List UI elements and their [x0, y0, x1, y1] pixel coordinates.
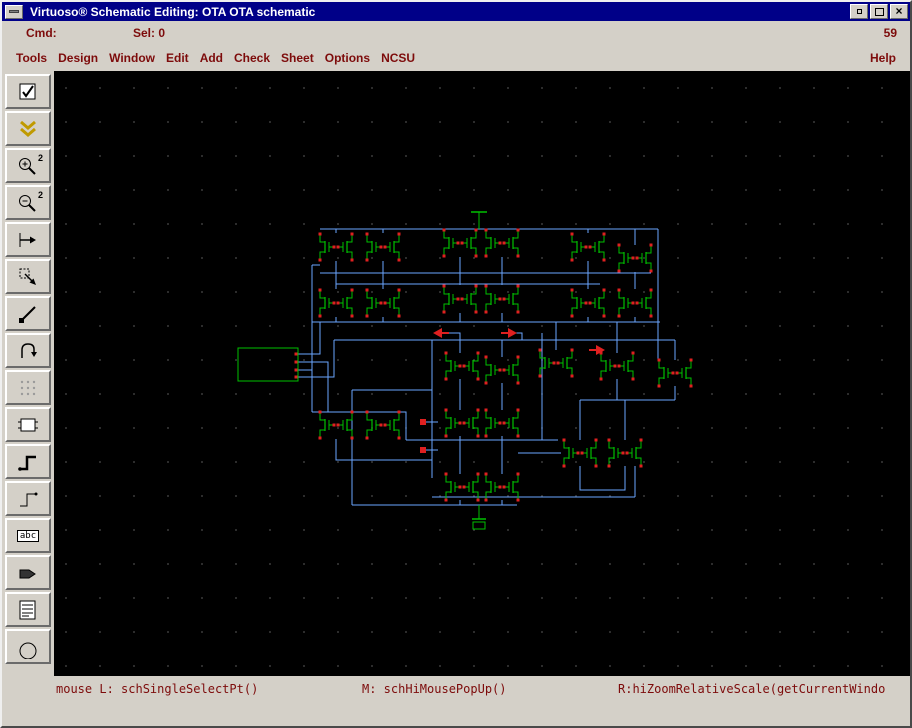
copy-icon	[19, 268, 36, 285]
tool-zoom-out-button[interactable]: 2	[5, 185, 51, 220]
wire-wide-icon	[18, 455, 36, 471]
zoom-in-icon	[19, 157, 36, 175]
maximize-button[interactable]	[870, 4, 888, 19]
menu-options[interactable]: Options	[325, 51, 370, 65]
mouse-left-binding: mouse L: schSingleSelectPt()	[56, 682, 259, 696]
zoom-out-icon	[19, 194, 36, 212]
menu-check[interactable]: Check	[234, 51, 270, 65]
virtuoso-window: Virtuoso® Schematic Editing: OTA OTA sch…	[0, 0, 912, 728]
close-icon: ×	[895, 4, 903, 18]
tool-wire-wide-button[interactable]	[5, 444, 51, 479]
wire-label-icon: abc	[16, 529, 40, 542]
maximize-icon	[874, 7, 884, 16]
tool-check-and-save-button[interactable]	[5, 111, 51, 146]
tool-instance-button[interactable]	[5, 407, 51, 442]
zoom-out-factor-badge: 2	[37, 190, 43, 200]
command-circle-icon	[19, 642, 37, 659]
tool-pin-button[interactable]	[5, 555, 51, 590]
pin-icon	[19, 569, 36, 578]
block-sheet-icon	[19, 600, 36, 619]
tool-select-mode-button[interactable]	[5, 74, 51, 109]
minimize-button[interactable]	[850, 4, 868, 19]
cmd-label: Cmd:	[26, 26, 57, 40]
selection-count-label: Sel: 0	[133, 26, 166, 40]
wire-narrow-icon	[20, 492, 38, 506]
tool-zoom-in-button[interactable]: 2	[5, 148, 51, 183]
message-counter: 59	[883, 26, 897, 40]
menu-tools[interactable]: Tools	[16, 51, 47, 65]
menu-add[interactable]: Add	[200, 51, 223, 65]
tool-copy-button[interactable]	[5, 259, 51, 294]
menu-help[interactable]: Help	[870, 51, 896, 65]
tool-draw-line-button[interactable]	[5, 296, 51, 331]
tool-wire-narrow-button[interactable]	[5, 481, 51, 516]
instance-chip-icon	[18, 418, 38, 431]
mouse-right-binding: R:hiZoomRelativeScale(getCurrentWindo	[618, 682, 886, 696]
menu-design[interactable]: Design	[58, 51, 98, 65]
menu-sheet[interactable]: Sheet	[281, 51, 314, 65]
dots-grid-icon	[20, 380, 36, 395]
window-title: Virtuoso® Schematic Editing: OTA OTA sch…	[30, 4, 316, 19]
tool-dots-button[interactable]	[5, 370, 51, 405]
mouse-middle-binding: M: schHiMousePopUp()	[362, 682, 507, 696]
zoom-in-factor-badge: 2	[37, 153, 43, 163]
menu-window[interactable]: Window	[109, 51, 155, 65]
hook-probe-icon	[21, 342, 37, 358]
title-bar[interactable]: Virtuoso® Schematic Editing: OTA OTA sch…	[2, 2, 910, 21]
tool-hook-button[interactable]	[5, 333, 51, 368]
stretch-arrow-icon	[19, 232, 36, 247]
window-menu-icon[interactable]	[5, 4, 23, 19]
check-save-icon	[20, 120, 36, 137]
ota-schematic-drawing[interactable]	[54, 71, 910, 676]
pencil-line-icon	[19, 305, 36, 323]
tool-command-button[interactable]	[5, 629, 51, 664]
select-check-icon	[19, 83, 36, 99]
menu-bar: Tools Design Window Edit Add Check Sheet…	[2, 44, 910, 71]
mouse-binding-statusbar: mouse L: schSingleSelectPt() M: schHiMou…	[2, 676, 910, 702]
tool-block-button[interactable]	[5, 592, 51, 627]
command-status-row: Cmd: Sel: 0 59	[2, 21, 910, 44]
menu-ncsu[interactable]: NCSU	[381, 51, 415, 65]
window-bottom-frame	[2, 702, 910, 726]
close-button[interactable]: ×	[890, 4, 908, 19]
tool-palette: 2 2 abc	[2, 71, 54, 676]
minimize-icon	[856, 9, 862, 14]
schematic-canvas-area[interactable]	[54, 71, 910, 676]
tool-wire-label-button[interactable]: abc	[5, 518, 51, 553]
tool-stretch-button[interactable]	[5, 222, 51, 257]
menu-edit[interactable]: Edit	[166, 51, 189, 65]
